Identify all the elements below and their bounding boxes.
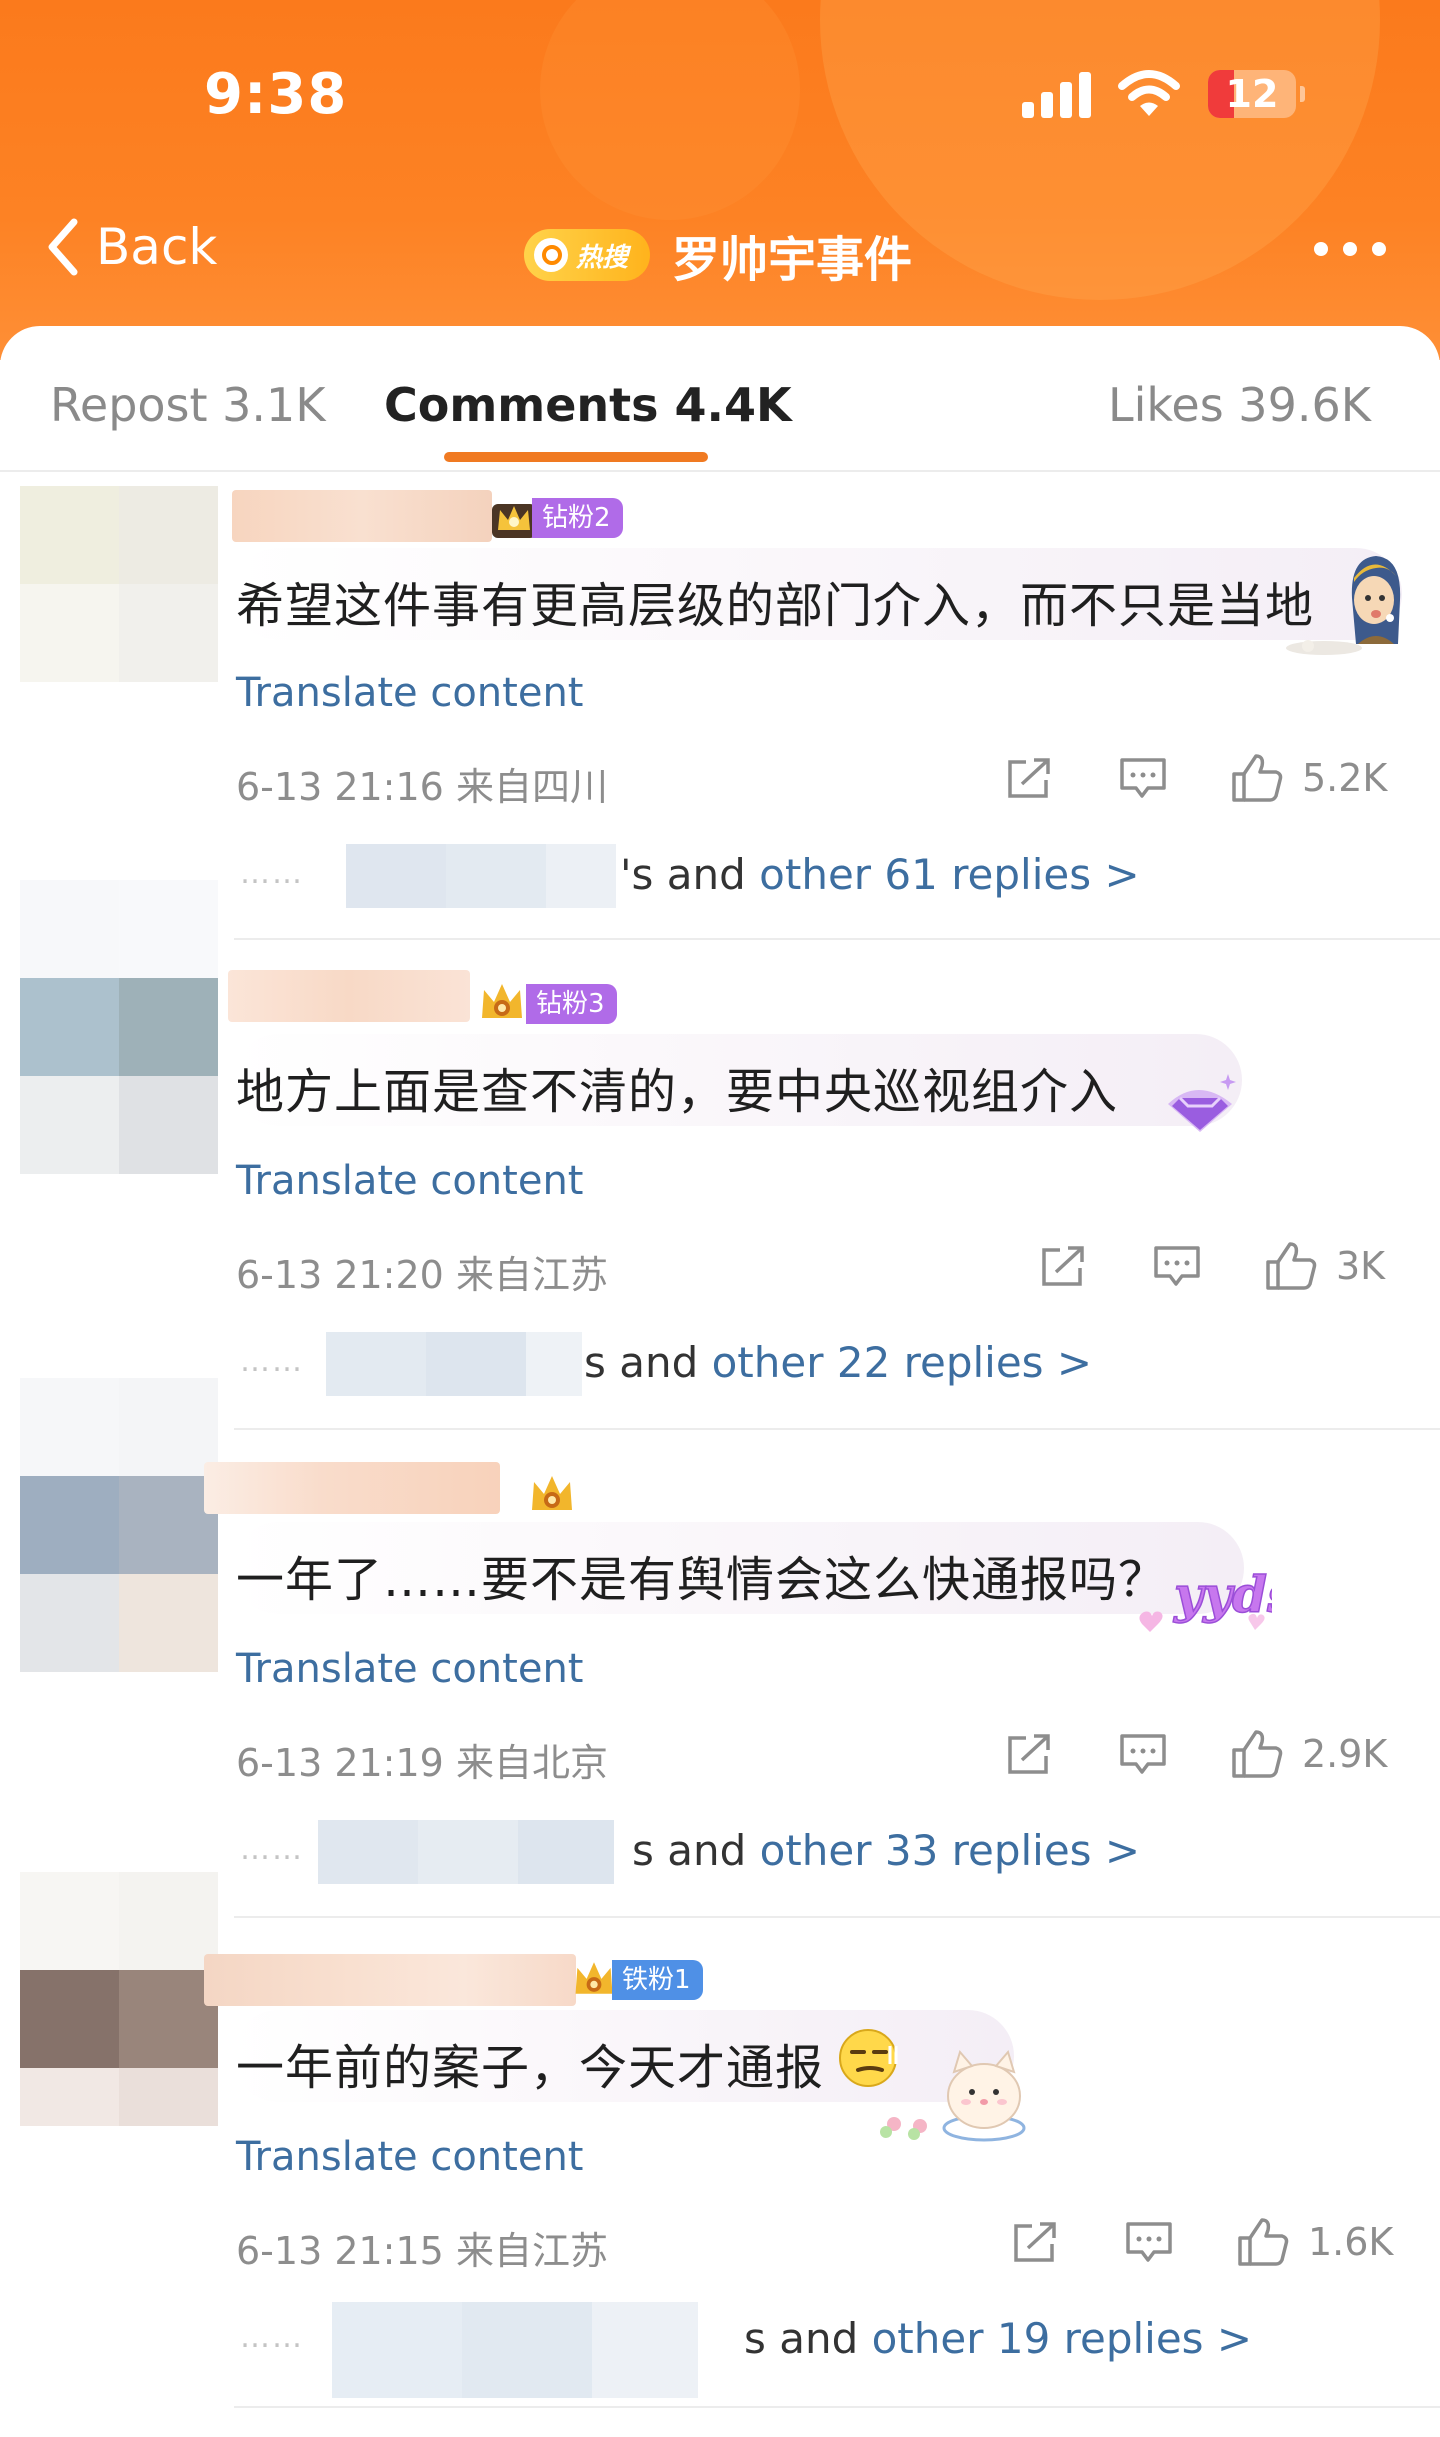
- comment-divider: [234, 2406, 1440, 2408]
- fan-level-badge: 铁粉1: [612, 1960, 703, 2000]
- comment-text: 希望这件事有更高层级的部门介入，而不只是当地: [236, 578, 1315, 634]
- comment-divider: [234, 1916, 1440, 1918]
- comment-time: 6-13 21:20: [236, 1253, 444, 1297]
- like-count: 2.9K: [1302, 1732, 1388, 1776]
- more-options-icon[interactable]: [1314, 242, 1386, 258]
- blurred-replier-names: [326, 1332, 582, 1396]
- tab-repost[interactable]: Repost 3.1K: [50, 378, 325, 432]
- repost-icon[interactable]: [1010, 2220, 1060, 2266]
- repost-icon[interactable]: [1038, 1244, 1088, 1290]
- comment-location: 来自江苏: [455, 1253, 608, 1297]
- comment-location: 来自江苏: [455, 2229, 608, 2273]
- back-button[interactable]: Back: [36, 212, 217, 282]
- comment-text: 地方上面是查不清的，要中央巡视组介入: [236, 1064, 1119, 1120]
- comment-icon[interactable]: [1124, 2220, 1174, 2266]
- comment-meta: 6-13 21:20 来自江苏: [236, 1244, 608, 1299]
- like-count: 1.6K: [1308, 2220, 1394, 2264]
- translate-content-link[interactable]: Translate content: [236, 1158, 583, 1204]
- comment-location: 来自北京: [455, 1741, 608, 1785]
- like-icon[interactable]: [1264, 1240, 1318, 1292]
- translate-content-link[interactable]: Translate content: [236, 670, 583, 716]
- comment-text: 一年前的案子，今天才通报: [236, 2040, 825, 2096]
- battery-level: 12: [1225, 72, 1279, 116]
- active-tab-indicator: [444, 452, 708, 462]
- like-icon[interactable]: [1230, 1728, 1284, 1780]
- girl-with-pearl-sticker: [1286, 556, 1401, 655]
- crown-icon: [482, 984, 522, 1018]
- comment-divider: [234, 1428, 1440, 1430]
- svg-text:yyds: yyds: [1173, 1565, 1272, 1624]
- search-icon: [534, 238, 568, 272]
- repost-icon[interactable]: [1004, 756, 1054, 802]
- header-decoration: [540, 0, 800, 220]
- reply-dots: ……: [240, 856, 304, 891]
- diamond-sticker: [1168, 1074, 1236, 1132]
- username[interactable]: [204, 1462, 500, 1514]
- translate-content-link[interactable]: Translate content: [236, 1646, 583, 1692]
- hot-search-topic[interactable]: 热搜 罗帅宇事件: [524, 220, 912, 290]
- cellular-signal-icon: [1022, 72, 1092, 118]
- avatar[interactable]: [20, 880, 218, 1174]
- view-replies-link[interactable]: s and other 19 replies >: [744, 2314, 1252, 2363]
- like-icon[interactable]: [1230, 752, 1284, 804]
- comment-text: 一年了……要不是有舆情会这么快通报吗？: [236, 1552, 1168, 1608]
- page-title: 罗帅宇事件: [672, 232, 913, 288]
- username[interactable]: [228, 970, 470, 1022]
- crown-icon: [575, 1962, 613, 1994]
- translate-content-link[interactable]: Translate content: [236, 2134, 583, 2180]
- comment-icon[interactable]: [1118, 1732, 1168, 1778]
- yyds-sticker: yyds: [1139, 1564, 1272, 1632]
- comment-icon[interactable]: [1152, 1244, 1202, 1290]
- fan-level-badge: 钻粉2: [532, 498, 623, 538]
- hot-search-badge: 热搜: [524, 229, 650, 281]
- blurred-replier-names: [318, 1820, 614, 1884]
- crown-icon: [532, 1476, 572, 1510]
- reply-dots: ……: [240, 1832, 304, 1867]
- avatar[interactable]: [20, 1378, 218, 1672]
- tabs-divider: [0, 470, 1440, 472]
- chevron-left-icon: [48, 218, 78, 276]
- header: 9:38 12 Back 热搜 罗帅宇事件: [0, 0, 1440, 360]
- comment-time: 6-13 21:16: [236, 765, 444, 809]
- avatar[interactable]: [20, 486, 218, 682]
- comment-meta: 6-13 21:16 来自四川: [236, 756, 608, 811]
- battery-indicator: 12: [1208, 70, 1305, 118]
- username[interactable]: [232, 490, 492, 542]
- avatar[interactable]: [20, 1872, 218, 2126]
- like-count: 3K: [1336, 1244, 1386, 1288]
- like-count: 5.2K: [1302, 756, 1388, 800]
- comment-location: 来自四川: [455, 765, 608, 809]
- blurred-replier-names: [346, 844, 616, 908]
- username[interactable]: [204, 1954, 576, 2006]
- comment-time: 6-13 21:19: [236, 1741, 444, 1785]
- tab-likes[interactable]: Likes 39.6K: [1108, 378, 1371, 432]
- reply-dots: ……: [240, 1344, 304, 1379]
- status-time: 9:38: [204, 62, 348, 127]
- back-label: Back: [96, 218, 218, 276]
- like-icon[interactable]: [1236, 2216, 1290, 2268]
- comment-meta: 6-13 21:15 来自江苏: [236, 2220, 608, 2275]
- blurred-replier-names: [332, 2302, 698, 2398]
- fan-level-badge: 钻粉3: [526, 984, 617, 1024]
- comment-meta: 6-13 21:19 来自北京: [236, 1732, 608, 1787]
- view-replies-link[interactable]: s and other 22 replies >: [584, 1338, 1092, 1387]
- comment-time: 6-13 21:15: [236, 2229, 444, 2273]
- view-replies-link[interactable]: 's and other 61 replies >: [620, 850, 1140, 899]
- reply-dots: ……: [240, 2320, 304, 2355]
- repost-icon[interactable]: [1004, 1732, 1054, 1778]
- comment-divider: [234, 938, 1440, 940]
- tab-comments[interactable]: Comments 4.4K: [384, 378, 792, 432]
- cat-sticker: [880, 2049, 1026, 2142]
- comment-icon[interactable]: [1118, 756, 1168, 802]
- wifi-icon: [1118, 70, 1180, 116]
- view-replies-link[interactable]: s and other 33 replies >: [632, 1826, 1140, 1875]
